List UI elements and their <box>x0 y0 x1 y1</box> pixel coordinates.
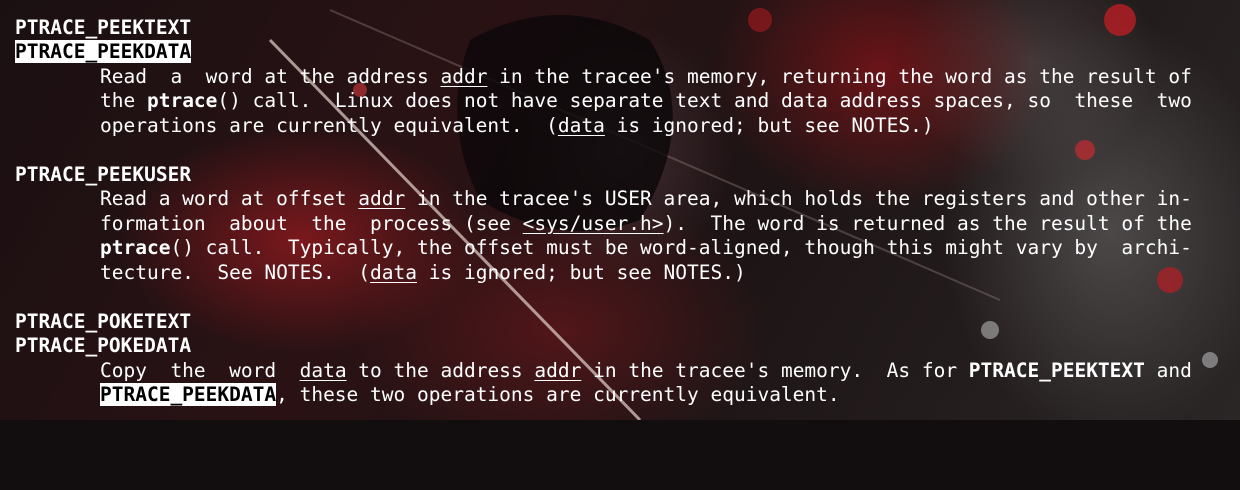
arg-addr: addr <box>440 65 488 88</box>
text-line: the ptrace() call. Linux does not have s… <box>100 89 1192 113</box>
text-line: ptrace() call. Typically, the offset mus… <box>100 236 1192 260</box>
text-span: the <box>100 89 147 112</box>
text-span: in the tracee's memory, returning the wo… <box>487 65 1192 88</box>
func-ptrace: ptrace <box>146 89 218 112</box>
ref-ptrace-peektext: PTRACE_PEEKTEXT <box>968 359 1145 382</box>
man-page-text: PTRACE_PEEKTEXT PTRACE_PEEKDATA Read a w… <box>0 0 1240 420</box>
header-reference: <sys/user.h> <box>522 212 664 235</box>
text-span: in the tracee's memory. As for <box>581 359 969 382</box>
text-span: and <box>1144 359 1192 382</box>
text-line: PTRACE_PEEKDATA, these two operations ar… <box>100 383 840 407</box>
text-line: Copy the word data to the address addr i… <box>100 359 1192 383</box>
text-span: () call. Typically, the offset must be w… <box>170 236 1192 259</box>
text-span: Read a word at offset <box>100 187 359 210</box>
arg-addr: addr <box>534 359 582 382</box>
heading-ptrace-pokedata: PTRACE_POKEDATA <box>15 334 192 357</box>
heading-ptrace-peekdata: PTRACE_PEEKDATA <box>15 40 192 64</box>
text-span: tecture. See NOTES. ( <box>100 261 371 284</box>
text-span: , these two operations are currently equ… <box>276 383 840 406</box>
text-line: Read a word at the address addr in the t… <box>100 65 1192 89</box>
text-span: ). The word is returned as the result of… <box>663 212 1192 235</box>
highlighted-search-match: PTRACE_PEEKDATA <box>15 40 192 63</box>
text-span: in the tracee's USER area, which holds t… <box>405 187 1192 210</box>
arg-data: data <box>370 261 417 284</box>
arg-data: data <box>557 114 605 137</box>
text-span: Read a word at the address <box>100 65 441 88</box>
arg-addr: addr <box>358 187 406 210</box>
text-line: operations are currently equivalent. (da… <box>100 114 934 138</box>
text-span: to the address <box>346 359 535 382</box>
text-line: formation about the process (see <sys/us… <box>100 212 1192 236</box>
text-span: () call. Linux does not have separate te… <box>217 89 1192 112</box>
arg-data: data <box>299 359 347 382</box>
highlighted-search-match: PTRACE_PEEKDATA <box>100 383 277 406</box>
text-span: operations are currently equivalent. ( <box>100 114 558 137</box>
text-span: is ignored; but see NOTES.) <box>417 261 746 284</box>
func-ptrace: ptrace <box>100 236 171 259</box>
heading-ptrace-peekuser: PTRACE_PEEKUSER <box>15 163 192 186</box>
text-span: Copy the word <box>100 359 300 382</box>
heading-ptrace-poketext: PTRACE_POKETEXT <box>15 310 192 333</box>
text-line: tecture. See NOTES. (data is ignored; bu… <box>100 261 746 285</box>
heading-ptrace-peektext: PTRACE_PEEKTEXT <box>15 16 192 39</box>
text-span: formation about the process (see <box>100 212 523 235</box>
text-line: Read a word at offset addr in the tracee… <box>100 187 1192 211</box>
text-span: is ignored; but see NOTES.) <box>604 114 934 137</box>
